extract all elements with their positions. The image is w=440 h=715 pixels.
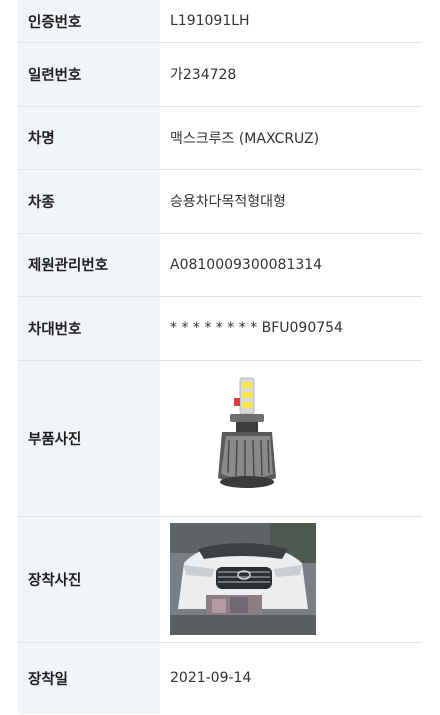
part-photo-cell	[160, 361, 422, 516]
install-date-label: 장착일	[18, 642, 160, 714]
row-install-date: 장착일 2021-09-14	[18, 642, 422, 714]
certification-table: 인증번호 L191091LH 일련번호 가234728 차명 맥스크루즈 (MA…	[18, 0, 422, 714]
row-spec-number: 제원관리번호 A0810009300081314	[18, 233, 422, 297]
serial-number-value: 가234728	[170, 67, 237, 84]
spec-number-value: A0810009300081314	[170, 256, 323, 273]
row-serial-number: 일련번호 가234728	[18, 43, 422, 107]
row-part-photo: 부품사진	[18, 360, 422, 517]
spec-number-label: 제원관리번호	[18, 233, 160, 296]
car-installation-photo[interactable]	[170, 523, 316, 635]
row-cert-number: 인증번호 L191091LH	[18, 0, 422, 43]
cert-number-label: 인증번호	[18, 0, 160, 42]
vin-label: 차대번호	[18, 297, 160, 360]
row-install-photo: 장착사진	[18, 516, 422, 643]
install-photo-label: 장착사진	[18, 516, 160, 642]
row-vehicle-type: 차종 승용차다목적형대형	[18, 170, 422, 234]
install-photo-cell	[160, 517, 422, 642]
serial-number-label: 일련번호	[18, 43, 160, 106]
cert-number-value: L191091LH	[170, 13, 250, 29]
vin-value: * * * * * * * * BFU090754	[170, 320, 343, 337]
install-date-value: 2021-09-14	[170, 670, 252, 686]
vehicle-type-label: 차종	[18, 170, 160, 233]
vehicle-name-value: 맥스크루즈 (MAXCRUZ)	[170, 130, 320, 147]
row-vin: 차대번호 * * * * * * * * BFU090754	[18, 297, 422, 361]
vehicle-name-label: 차명	[18, 106, 160, 169]
part-photo-label: 부품사진	[18, 360, 160, 516]
vehicle-type-value: 승용차다목적형대형	[170, 194, 286, 211]
led-headlight-bulb-photo[interactable]	[174, 368, 324, 508]
row-vehicle-name: 차명 맥스크루즈 (MAXCRUZ)	[18, 106, 422, 170]
